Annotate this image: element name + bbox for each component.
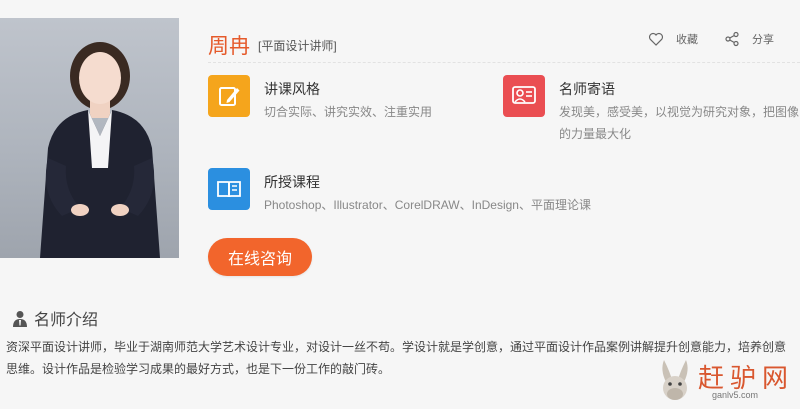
teacher-message-line1: 发现美，感受美，以视觉为研究对象，把图像: [559, 105, 800, 119]
action-bar: 收藏 分享: [640, 31, 800, 51]
teacher-photo: [0, 18, 179, 258]
watermark: 赶驴网 ganlv5.com: [656, 358, 796, 404]
share-button[interactable]: 分享: [724, 31, 774, 47]
intro-heading: 名师介绍: [12, 306, 98, 330]
favorite-button[interactable]: 收藏: [648, 31, 698, 47]
teaching-style-text: 切合实际、讲究实效、注重实用: [264, 105, 433, 119]
edit-icon: [208, 75, 250, 117]
teacher-icon: [13, 310, 27, 327]
favorite-label: 收藏: [676, 34, 698, 46]
share-label: 分享: [752, 34, 774, 46]
teacher-message-block: 名师寄语 发现美，感受美，以视觉为研究对象，把图像 的力量最大化: [503, 75, 800, 145]
courses-text: Photoshop、Illustrator、CorelDRAW、InDesign…: [264, 198, 591, 212]
teacher-message-line2: 的力量最大化: [559, 127, 632, 141]
courses-title: 所授课程: [264, 174, 320, 190]
share-icon: [725, 31, 739, 47]
watermark-url: ganlv5.com: [712, 390, 759, 400]
teacher-quote-icon: [503, 75, 545, 117]
teacher-name: 周冉: [208, 35, 250, 58]
online-consult-button[interactable]: 在线咨询: [208, 238, 312, 276]
teaching-style-block: 讲课风格 切合实际、讲究实效、注重实用: [208, 75, 478, 125]
donkey-logo-icon: [662, 360, 688, 400]
book-icon: [208, 168, 250, 210]
intro-heading-text: 名师介绍: [34, 312, 99, 329]
divider: [208, 62, 800, 63]
teacher-message-title: 名师寄语: [559, 81, 615, 97]
teacher-message-text: 发现美，感受美，以视觉为研究对象，把图像 的力量最大化: [559, 101, 800, 145]
teaching-style-title: 讲课风格: [264, 81, 320, 97]
courses-block: 所授课程 Photoshop、Illustrator、CorelDRAW、InD…: [208, 168, 800, 218]
heart-icon: [648, 32, 664, 46]
teacher-title: [平面设计讲师]: [258, 39, 337, 53]
